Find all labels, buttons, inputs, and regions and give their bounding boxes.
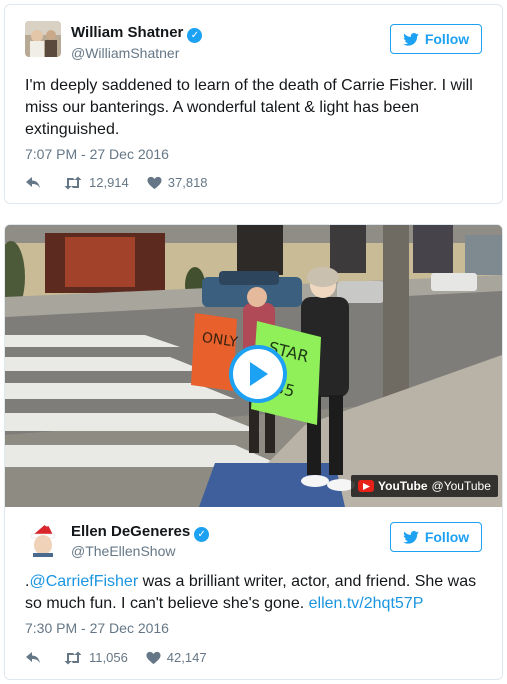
display-name[interactable]: Ellen DeGeneres ✓ [71,523,210,542]
follow-button[interactable]: Follow [390,24,482,54]
play-icon [250,362,268,386]
video-player[interactable]: ONLY STAR $5 YouTube @YouTube [5,225,502,507]
retweet-icon [64,176,82,189]
heart-icon [147,176,162,189]
tweet-actions: 11,056 42,147 [25,650,207,665]
retweet-button[interactable]: 11,056 [63,650,128,665]
handle[interactable]: @TheEllenShow [71,543,176,559]
retweet-icon [64,651,82,664]
reply-button[interactable] [25,651,41,665]
reply-icon [26,176,40,188]
avatar[interactable] [25,521,61,557]
youtube-icon [358,480,374,492]
tweet-card-ellen: ONLY STAR $5 YouTube @YouTube Ellen DeGe… [4,224,503,680]
like-count: 37,818 [167,175,208,190]
twitter-bird-icon [403,32,419,46]
url-link[interactable]: ellen.tv/2hqt57P [309,595,424,612]
reply-button[interactable] [25,176,41,190]
heart-icon [146,651,161,664]
video-source-brand: YouTube [378,479,428,493]
tweet-actions: 12,914 37,818 [25,175,208,190]
tweet-text: I'm deeply saddened to learn of the deat… [25,77,473,138]
avatar[interactable] [25,21,61,57]
video-source-handle: @YouTube [431,479,491,493]
like-count: 42,147 [166,650,207,665]
play-button[interactable] [229,345,287,403]
like-button[interactable]: 37,818 [147,175,208,190]
reply-icon [26,651,40,663]
follow-button[interactable]: Follow [390,522,482,552]
display-name[interactable]: William Shatner ✓ [71,24,203,43]
timestamp[interactable]: 7:07 PM - 27 Dec 2016 [25,146,169,162]
twitter-bird-icon [403,530,419,544]
timestamp[interactable]: 7:30 PM - 27 Dec 2016 [25,620,169,636]
mention-link[interactable]: @CarriefFisher [29,573,138,590]
video-source-badge[interactable]: YouTube @YouTube [351,475,498,497]
like-button[interactable]: 42,147 [146,650,207,665]
retweet-count: 12,914 [89,175,129,190]
handle[interactable]: @WilliamShatner [71,45,179,61]
tweet-card-shatner: William Shatner ✓ @WilliamShatner Follow … [4,4,503,204]
tweet-text: .@CarriefFisher was a brilliant writer, … [25,573,477,612]
retweet-button[interactable]: 12,914 [63,175,129,190]
verified-icon: ✓ [187,28,203,43]
retweet-count: 11,056 [89,650,128,665]
verified-icon: ✓ [194,527,210,542]
